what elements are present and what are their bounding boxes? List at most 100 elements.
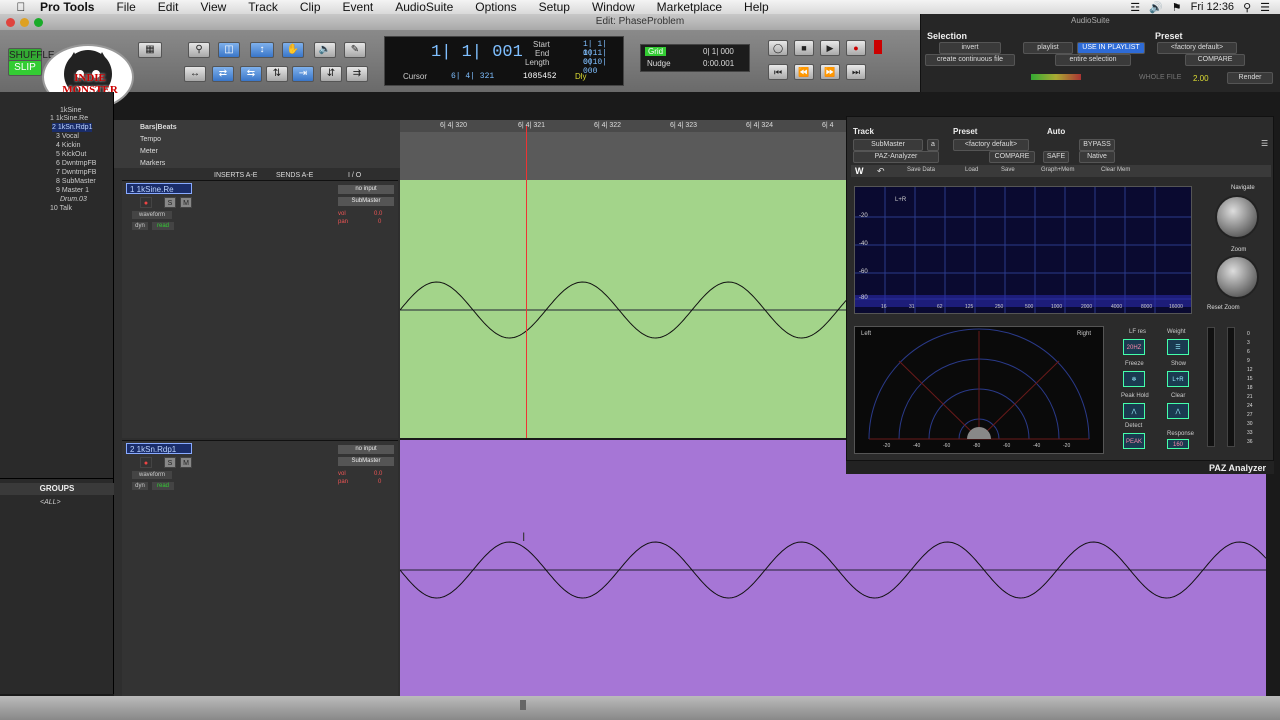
track-list-item[interactable]: 10 Talk: [50, 204, 72, 213]
zoom-window-button[interactable]: [34, 18, 43, 27]
keyboard-focus-button[interactable]: ⇵: [320, 66, 342, 82]
automation-mode-select[interactable]: read: [152, 222, 174, 230]
vol-value[interactable]: 0.0: [374, 471, 382, 477]
pencil-tool-button[interactable]: ✎: [344, 42, 366, 58]
menu-marketplace[interactable]: Marketplace: [657, 0, 722, 14]
track-view-select[interactable]: waveform: [132, 211, 172, 219]
solo-button[interactable]: S: [164, 197, 176, 208]
entire-selection-select[interactable]: entire selection: [1055, 54, 1131, 66]
track-list-item[interactable]: 3 Vocal: [56, 132, 79, 141]
main-counter[interactable]: 1| 1| 001 Cursor 6| 4| 321 Start 1| 1| 0…: [384, 36, 624, 86]
plugin-compare-button[interactable]: COMPARE: [989, 151, 1035, 163]
mirror-midi-button[interactable]: ⇅: [266, 66, 288, 82]
pan-value[interactable]: 0: [378, 479, 381, 485]
flag-icon[interactable]: ⚑: [1172, 1, 1182, 14]
online-button[interactable]: ◯: [768, 40, 788, 56]
scrubber-tool-button[interactable]: 🔈: [314, 42, 336, 58]
menu-clip[interactable]: Clip: [300, 0, 321, 14]
freeze-button[interactable]: ❄: [1123, 371, 1145, 387]
bars-beats-ruler[interactable]: 6| 4| 320 6| 4| 321 6| 4| 322 6| 4| 323 …: [400, 120, 846, 132]
go-to-end-button[interactable]: ⏭: [846, 64, 866, 80]
minimize-window-button[interactable]: [20, 18, 29, 27]
search-icon[interactable]: ⚲: [1243, 1, 1251, 14]
selector-tool-button[interactable]: ↕: [250, 42, 274, 58]
horizontal-scrollbar[interactable]: [0, 696, 1280, 720]
fast-forward-button[interactable]: ⏩: [820, 64, 840, 80]
track-list-item[interactable]: 6 DwntmpFB: [56, 159, 96, 168]
menu-audiosuite[interactable]: AudioSuite: [395, 0, 453, 14]
audio-clip-track-2[interactable]: I: [399, 440, 1267, 696]
spectrum-display[interactable]: L+R -20 -40 -60 -80 16 31 62 125 250 500…: [854, 186, 1192, 314]
main-counter-value[interactable]: 1| 1| 001: [431, 43, 523, 62]
track-view-select[interactable]: waveform: [132, 471, 172, 479]
output-select[interactable]: SubMaster: [338, 197, 394, 206]
menu-help[interactable]: Help: [744, 0, 769, 14]
response-button[interactable]: 160: [1167, 439, 1189, 449]
grid-value[interactable]: 0| 1| 000: [703, 47, 734, 56]
record-enable-button[interactable]: ●: [140, 457, 152, 468]
lf-res-button[interactable]: 20HZ: [1123, 339, 1145, 355]
scroll-thumb[interactable]: [520, 700, 526, 710]
menu-window[interactable]: Window: [592, 0, 635, 14]
pan-value[interactable]: 0: [378, 219, 381, 225]
detect-button[interactable]: PEAK: [1123, 433, 1145, 449]
stop-button[interactable]: ■: [794, 40, 814, 56]
link-timeline-button[interactable]: ⇄: [212, 66, 234, 82]
menu-options[interactable]: Options: [475, 0, 516, 14]
menu-event[interactable]: Event: [343, 0, 374, 14]
record-enable-button[interactable]: ●: [140, 197, 152, 208]
clear-mem-button[interactable]: Clear Mem: [1101, 167, 1130, 173]
rewind-button[interactable]: ⏪: [794, 64, 814, 80]
grabber-tool-button[interactable]: ✋: [282, 42, 304, 58]
save-data-button[interactable]: Save Data: [907, 167, 935, 173]
input-select[interactable]: no input: [338, 445, 394, 454]
clear-button[interactable]: ⋀: [1167, 403, 1189, 419]
volume-icon[interactable]: 🔊: [1149, 1, 1163, 14]
handle-value[interactable]: 2.00: [1193, 74, 1209, 83]
zoom-preset-button[interactable]: ▦: [138, 42, 162, 58]
native-button[interactable]: Native: [1079, 151, 1115, 163]
audio-clip-track-1[interactable]: [399, 180, 847, 438]
weight-button[interactable]: ☰: [1167, 339, 1189, 355]
track-list-item[interactable]: 4 Kickin: [56, 141, 81, 150]
trim-tool-button[interactable]: ◫: [218, 42, 240, 58]
reset-zoom-button[interactable]: Reset Zoom: [1207, 305, 1240, 311]
link-track-edit-button[interactable]: ⇆: [240, 66, 262, 82]
peak-hold-button[interactable]: ⋀: [1123, 403, 1145, 419]
nudge-label[interactable]: Nudge: [647, 59, 671, 68]
undo-icon[interactable]: ↶: [877, 166, 885, 177]
ruler-bars-beats[interactable]: Bars|Beats: [140, 124, 177, 131]
ruler-tempo[interactable]: Tempo: [140, 136, 161, 143]
output-select[interactable]: SubMaster: [338, 457, 394, 466]
plugin-preset-select[interactable]: <factory default>: [953, 139, 1029, 151]
track-name[interactable]: 2 1kSn.Rdp1: [126, 443, 192, 454]
input-select[interactable]: no input: [338, 185, 394, 194]
track-list-item[interactable]: 7 DwntmpFB: [56, 168, 96, 177]
graph-mem-button[interactable]: Graph+Mem: [1041, 167, 1075, 173]
audiosuite-preset-select[interactable]: <factory default>: [1157, 42, 1237, 54]
save-button[interactable]: Save: [1001, 167, 1015, 173]
mute-button[interactable]: M: [180, 197, 192, 208]
length-value[interactable]: 0| 0| 000: [583, 58, 623, 76]
ruler-markers[interactable]: Markers: [140, 160, 165, 167]
dyn-button[interactable]: dyn: [132, 482, 148, 490]
delay-label[interactable]: Dly: [575, 72, 587, 81]
playlist-button[interactable]: playlist: [1023, 42, 1073, 54]
ruler-lanes[interactable]: [400, 132, 846, 180]
apple-icon[interactable]: : [14, 0, 28, 14]
vol-value[interactable]: 0.0: [374, 211, 382, 217]
dyn-button[interactable]: dyn: [132, 222, 148, 230]
record-button[interactable]: ●: [846, 40, 866, 56]
menu-setup[interactable]: Setup: [539, 0, 570, 14]
slip-mode-button[interactable]: SLIP: [8, 60, 42, 76]
bypass-button[interactable]: BYPASS: [1079, 139, 1115, 151]
stereo-position-display[interactable]: Left Right -20 -40 -60 -80 -60 -40 -20: [854, 326, 1104, 454]
invert-button[interactable]: invert: [939, 42, 1001, 54]
track-list-item[interactable]: 9 Master 1: [56, 186, 89, 195]
navigate-knob[interactable]: [1215, 195, 1259, 239]
menu-view[interactable]: View: [200, 0, 226, 14]
play-button[interactable]: ▶: [820, 40, 840, 56]
show-button[interactable]: L+R: [1167, 371, 1189, 387]
wifi-icon[interactable]: ☲: [1130, 1, 1140, 14]
return-to-zero-button[interactable]: ⏮: [768, 64, 788, 80]
